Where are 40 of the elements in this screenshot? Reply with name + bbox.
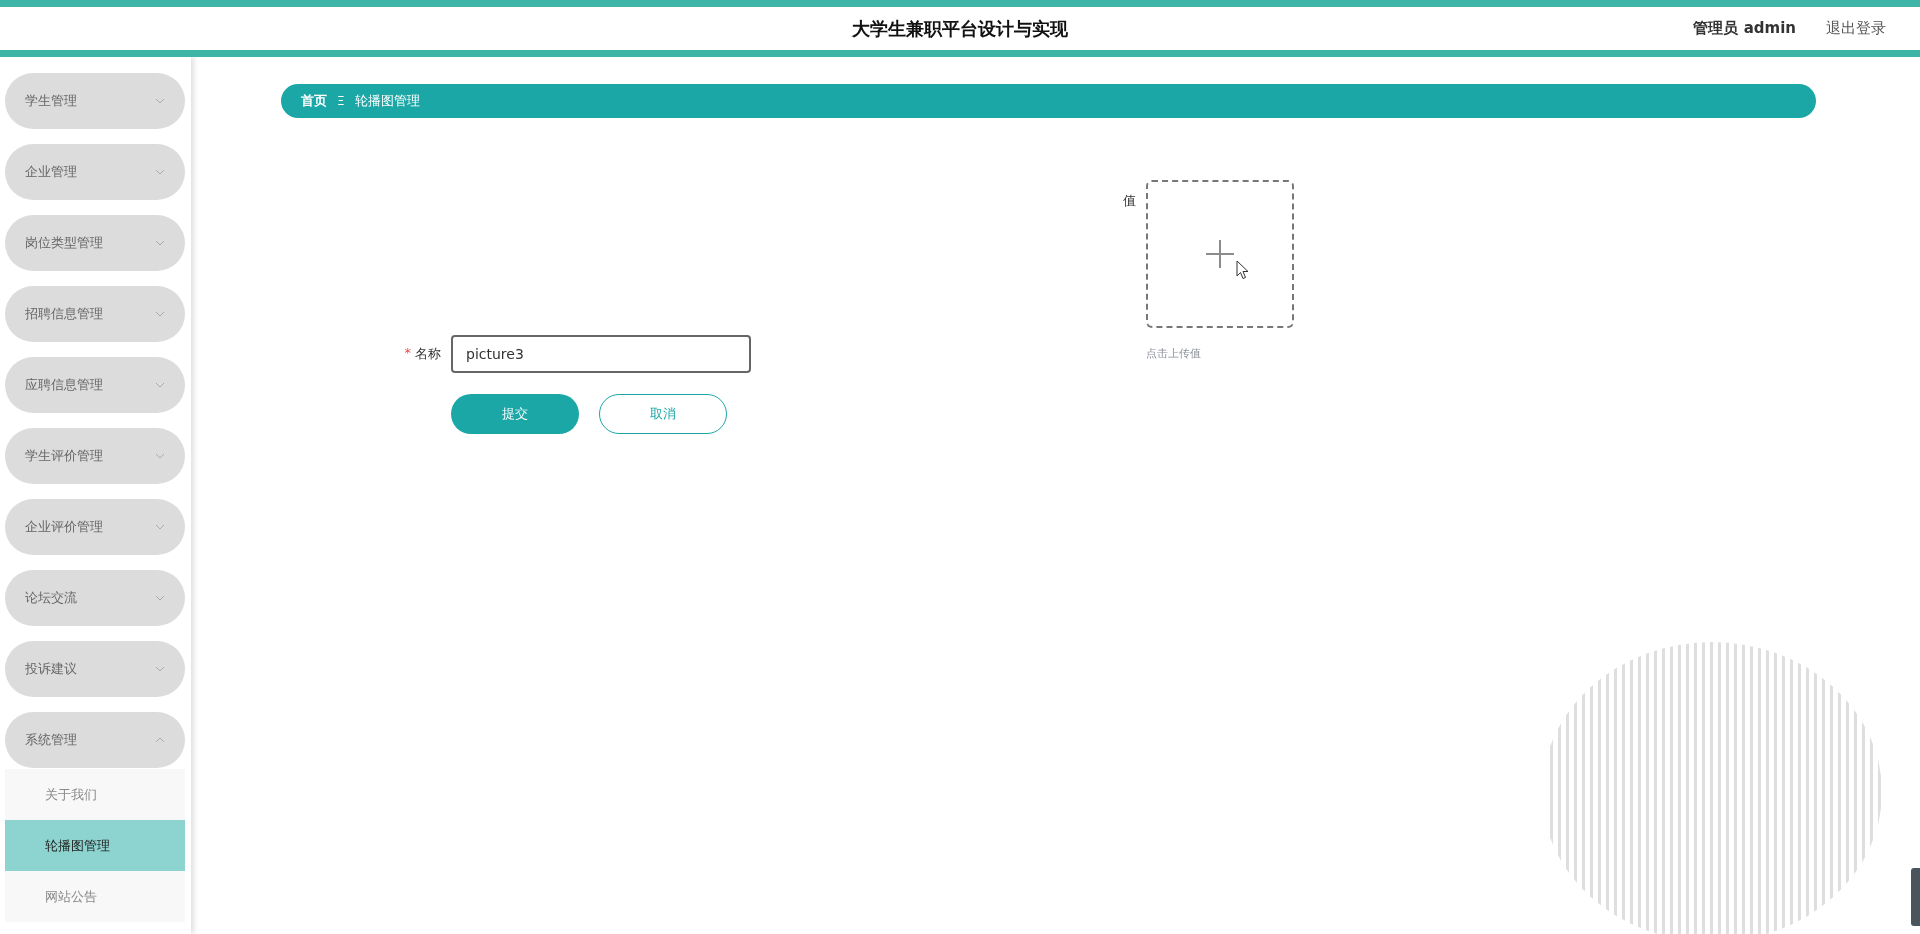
site-title: 大学生兼职平台设计与实现 xyxy=(852,16,1068,41)
name-input[interactable]: picture3 xyxy=(451,335,751,373)
chevron-down-icon xyxy=(155,666,165,672)
chevron-down-icon xyxy=(155,524,165,530)
mouse-pointer-icon xyxy=(1236,260,1249,280)
menu-item[interactable]: 学生管理 xyxy=(5,73,185,129)
chevron-down-icon xyxy=(155,240,165,246)
plus-icon xyxy=(1206,240,1234,268)
upload-hint: 点击上传值 xyxy=(1146,346,1202,361)
breadcrumb-link[interactable]: 轮播图管理 xyxy=(354,92,420,110)
chevron-down-icon xyxy=(155,453,165,459)
field-label: 值 xyxy=(1123,192,1136,210)
menu-item[interactable]: 招聘信息管理 xyxy=(5,286,185,342)
chevron-down-icon xyxy=(155,311,165,317)
menu-item[interactable]: 应聘信息管理 xyxy=(5,357,185,413)
breadcrumb-link[interactable]: 首页 xyxy=(301,92,327,110)
chevron-down-icon xyxy=(155,98,165,104)
submenu-item[interactable]: 轮播图管理 xyxy=(5,820,185,871)
submit-button[interactable]: 提交 xyxy=(451,394,579,434)
logout-link[interactable]: 退出登录 xyxy=(1826,19,1886,38)
chevron-down-icon xyxy=(155,382,165,388)
breadcrumb-separator: Ξ xyxy=(337,94,345,108)
upload-box[interactable] xyxy=(1146,180,1294,328)
required-mark: * xyxy=(404,345,411,362)
submenu-item[interactable]: 关于我们 xyxy=(5,769,185,820)
chevron-down-icon xyxy=(155,169,165,175)
field-label: 名称 xyxy=(415,345,441,363)
chevron-up-icon xyxy=(155,737,165,743)
menu-item[interactable]: 岗位类型管理 xyxy=(5,215,185,271)
menu-item[interactable]: 学生评价管理 xyxy=(5,428,185,484)
chevron-down-icon xyxy=(155,595,165,601)
cancel-button[interactable]: 取消 xyxy=(599,394,727,434)
submenu-item[interactable]: 网站公告 xyxy=(5,871,185,922)
user-label: 管理员 admin xyxy=(1693,19,1796,38)
menu-item[interactable]: 系统管理 xyxy=(5,712,185,768)
menu-item[interactable]: 论坛交流 xyxy=(5,570,185,626)
menu-item[interactable]: 企业评价管理 xyxy=(5,499,185,555)
menu-item[interactable]: 企业管理 xyxy=(5,144,185,200)
menu-item[interactable]: 投诉建议 xyxy=(5,641,185,697)
scroll-handle[interactable] xyxy=(1911,868,1920,926)
